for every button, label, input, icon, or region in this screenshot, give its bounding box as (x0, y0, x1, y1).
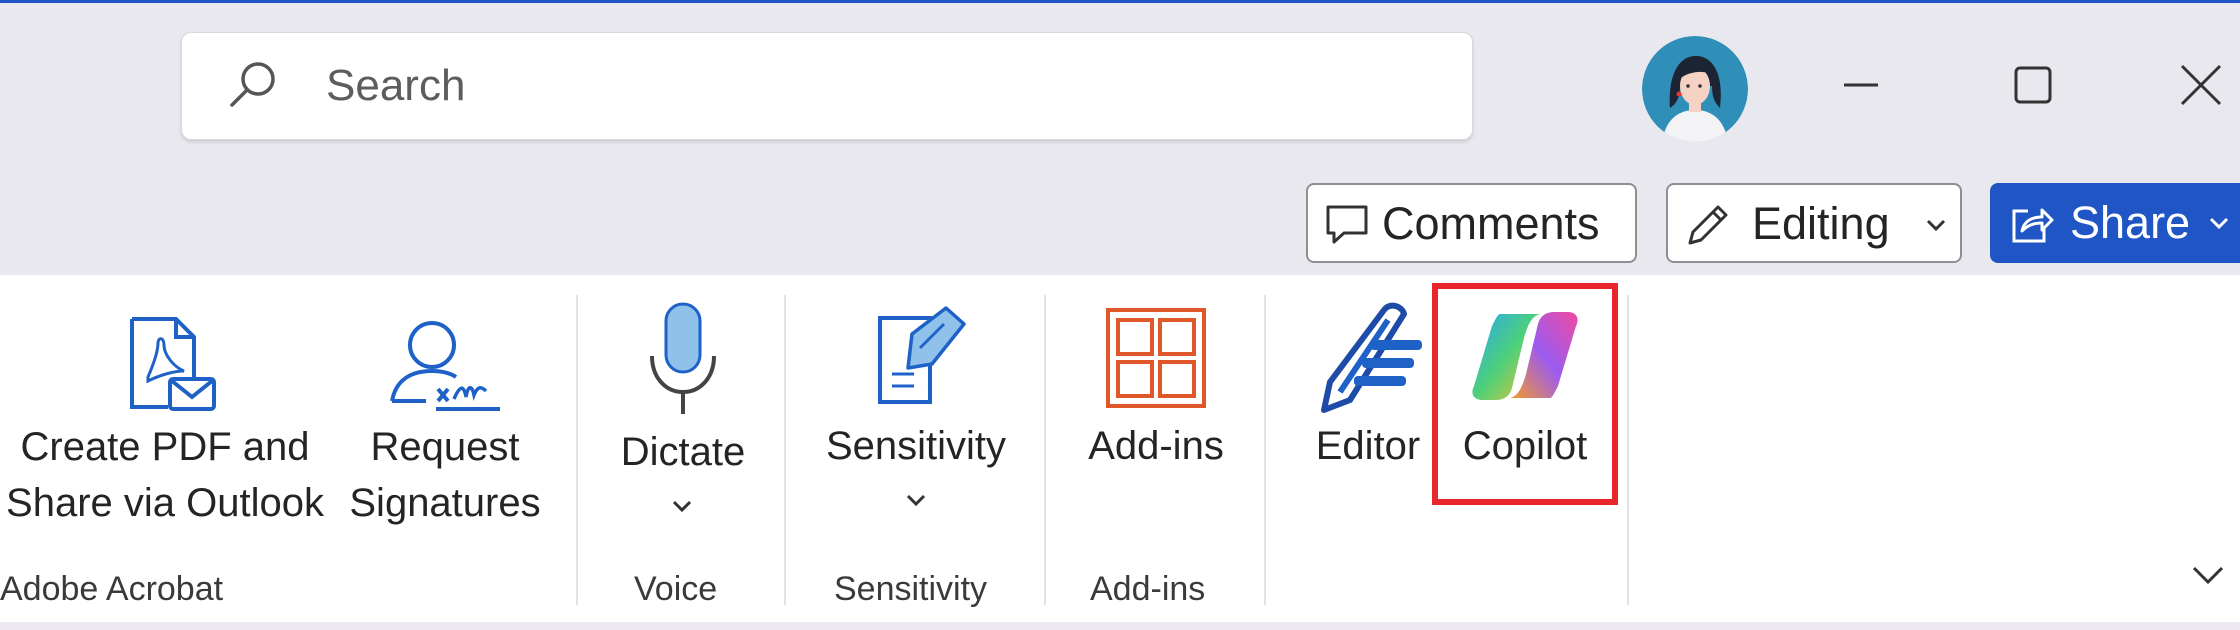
comments-label: Comments (1382, 198, 1600, 249)
sensitivity-label-icon (878, 306, 966, 404)
group-separator (576, 295, 578, 605)
ribbon-bottom-edge (0, 622, 2240, 630)
microphone-icon (650, 302, 716, 414)
chevron-down-icon (1926, 219, 1946, 232)
editor-button[interactable]: Editor (1300, 300, 1436, 520)
comments-button[interactable]: Comments (1306, 183, 1637, 263)
avatar[interactable] (1642, 36, 1748, 142)
dictate-chevron-down-icon (672, 500, 692, 513)
dictate-button[interactable]: Dictate (598, 300, 768, 550)
copilot-highlight-box (1432, 283, 1618, 505)
sensitivity-chevron-down-icon (906, 494, 926, 507)
group-separator (1044, 295, 1046, 605)
group-label-voice: Voice (634, 570, 718, 608)
signature-icon (390, 321, 500, 411)
sensitivity-button[interactable]: Sensitivity (806, 300, 1026, 550)
minimize-button[interactable] (1816, 40, 1906, 130)
create-pdf-label-line2: Share via Outlook (6, 481, 324, 525)
editor-label: Editor (1315, 424, 1421, 468)
add-ins-label: Add-ins (1088, 424, 1224, 468)
group-label-add-ins: Add-ins (1090, 570, 1206, 608)
user-avatar-icon (1642, 36, 1748, 142)
add-ins-grid-icon (1106, 308, 1206, 408)
editor-pen-icon (1321, 302, 1422, 413)
share-chevron-down-icon (2209, 217, 2229, 230)
comment-icon (1326, 205, 1368, 244)
search-placeholder[interactable]: Search (326, 60, 465, 112)
create-pdf-label-line1: Create PDF and (20, 425, 310, 469)
add-ins-button[interactable]: Add-ins (1066, 300, 1246, 550)
close-icon (2180, 64, 2222, 106)
maximize-button[interactable] (1988, 40, 2078, 130)
minimize-icon (1844, 83, 1878, 87)
create-pdf-share-outlook-button[interactable]: Create PDF and Share via Outlook (0, 305, 330, 545)
dictate-label: Dictate (620, 430, 746, 474)
pdf-mail-icon (130, 317, 216, 411)
group-label-sensitivity: Sensitivity (834, 570, 988, 608)
search-box[interactable]: Search (181, 32, 1473, 140)
search-icon (230, 62, 275, 107)
share-button[interactable]: Share (1990, 183, 2240, 263)
group-separator (1627, 295, 1629, 605)
ribbon-collapse-chevron-icon[interactable] (2188, 560, 2228, 590)
request-signatures-label-line1: Request (370, 425, 520, 469)
group-separator (1264, 295, 1266, 605)
share-icon (2012, 208, 2054, 243)
close-button[interactable] (2156, 40, 2240, 130)
group-label-adobe-acrobat: Adobe Acrobat (0, 570, 224, 608)
request-signatures-button[interactable]: Request Signatures (340, 305, 550, 545)
maximize-icon (2014, 66, 2052, 104)
pencil-icon (1688, 205, 1728, 245)
request-signatures-label-line2: Signatures (349, 481, 541, 525)
editing-label: Editing (1752, 198, 1890, 249)
sensitivity-label: Sensitivity (825, 424, 1007, 468)
group-separator (784, 295, 786, 605)
editing-mode-button[interactable]: Editing (1666, 183, 1962, 263)
share-label: Share (2070, 197, 2191, 248)
